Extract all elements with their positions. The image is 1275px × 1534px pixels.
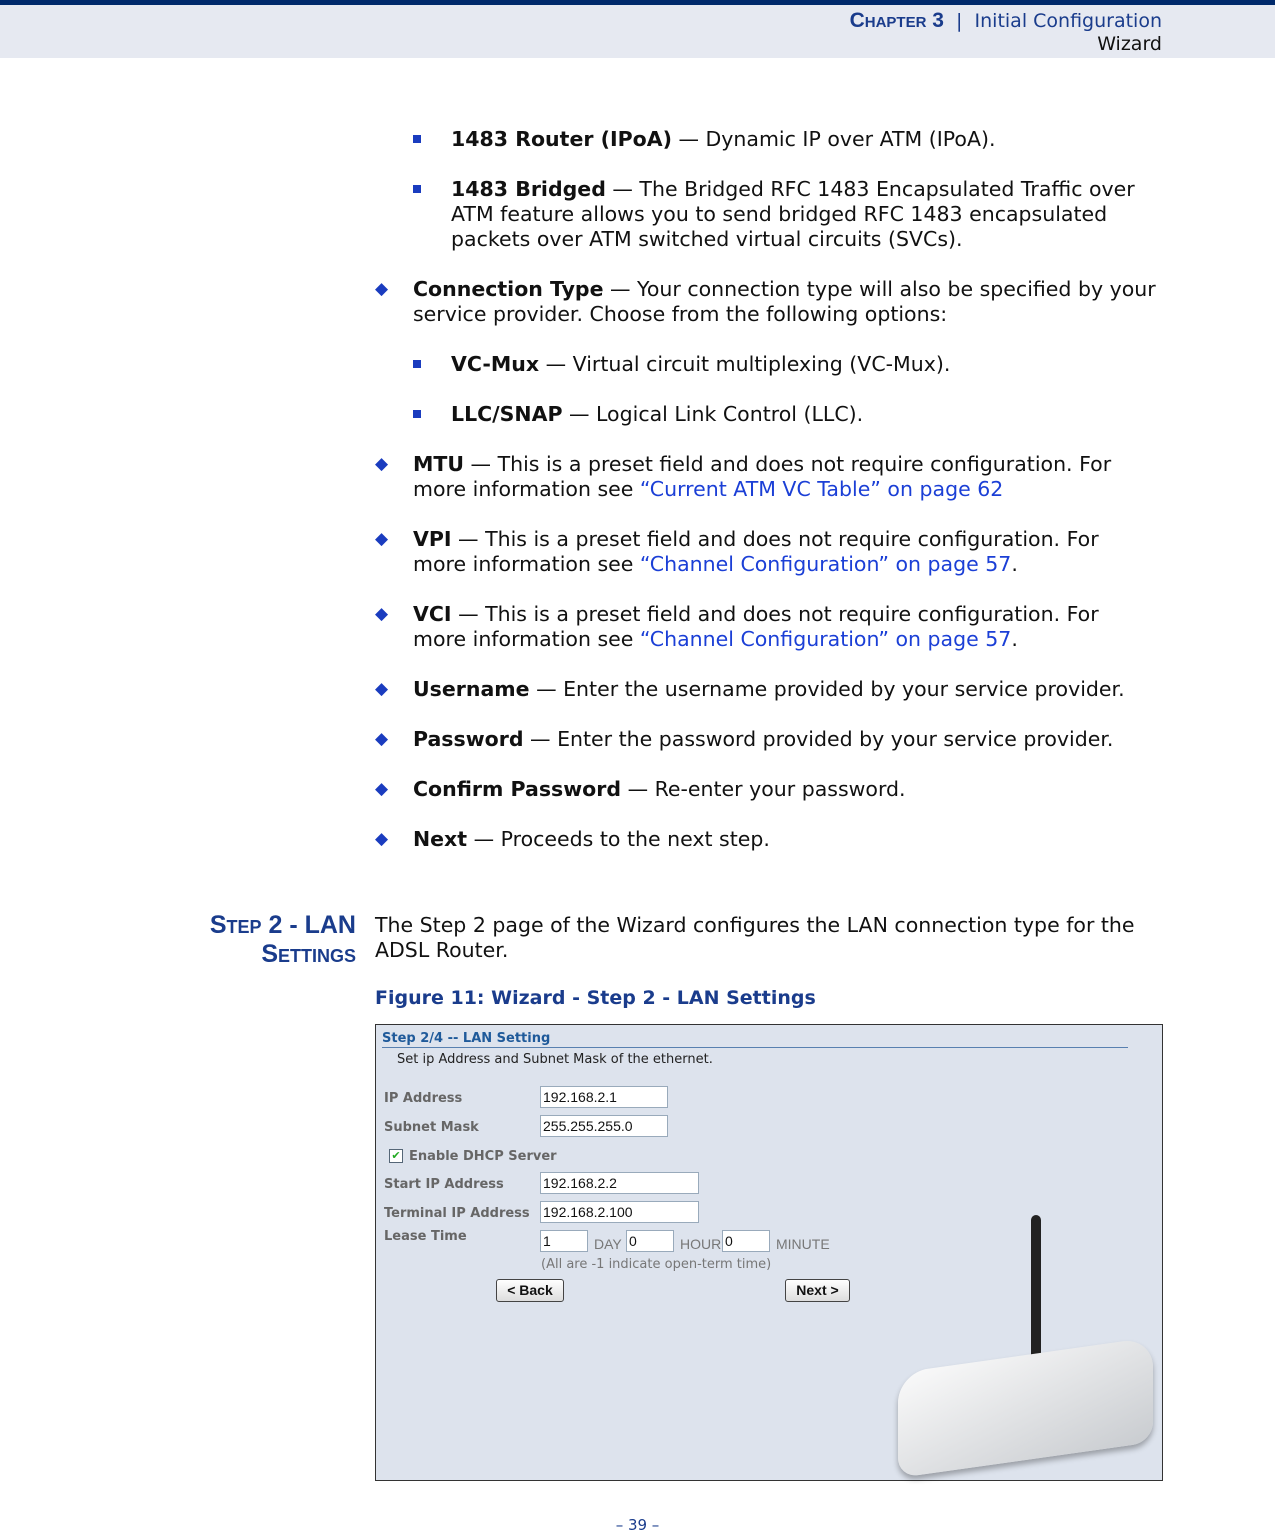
diamond-bullet-icon: ◆ bbox=[375, 454, 389, 474]
diamond-bullet-icon: ◆ bbox=[375, 779, 389, 799]
dhcp-checkbox[interactable]: ✔ bbox=[389, 1149, 403, 1163]
list-item: VCI — This is a preset field and does no… bbox=[413, 602, 1099, 651]
wizard-screenshot: Step 2/4 -- LAN Setting Set ip Address a… bbox=[375, 1024, 1163, 1481]
square-bullet-icon bbox=[413, 185, 421, 193]
header-title: Initial Configuration bbox=[974, 10, 1162, 32]
running-header: Chapter 3 | Initial Configuration Wizard bbox=[0, 0, 1275, 58]
back-button[interactable]: < Back bbox=[496, 1279, 564, 1302]
wizard-subtitle: Set ip Address and Subnet Mask of the et… bbox=[397, 1052, 713, 1067]
minute-unit: MINUTE bbox=[776, 1236, 830, 1252]
section-intro: The Step 2 page of the Wizard configures… bbox=[375, 913, 1135, 962]
list-item: Next — Proceeds to the next step. bbox=[413, 827, 770, 851]
list-item: 1483 Router (IPoA) — Dynamic IP over ATM… bbox=[451, 127, 996, 151]
subnet-mask-label: Subnet Mask bbox=[384, 1120, 479, 1135]
lease-day-input[interactable]: 1 bbox=[540, 1230, 588, 1252]
terminal-ip-input[interactable]: 192.168.2.100 bbox=[540, 1201, 699, 1223]
start-ip-input[interactable]: 192.168.2.2 bbox=[540, 1172, 699, 1194]
lease-minute-input[interactable]: 0 bbox=[722, 1230, 770, 1252]
diamond-bullet-icon: ◆ bbox=[375, 729, 389, 749]
chapter-label: Chapter 3 bbox=[849, 9, 944, 32]
start-ip-label: Start IP Address bbox=[384, 1177, 504, 1192]
link-channel-configuration[interactable]: “Channel Configuration” on page 57 bbox=[640, 552, 1011, 576]
diamond-bullet-icon: ◆ bbox=[375, 529, 389, 549]
list-item: Confirm Password — Re-enter your passwor… bbox=[413, 777, 906, 801]
link-current-atm-vc-table[interactable]: “Current ATM VC Table” on page 62 bbox=[640, 477, 1003, 501]
wizard-title: Step 2/4 -- LAN Setting bbox=[382, 1031, 1128, 1048]
list-item: VPI — This is a preset field and does no… bbox=[413, 527, 1099, 576]
diamond-bullet-icon: ◆ bbox=[375, 679, 389, 699]
square-bullet-icon bbox=[413, 410, 421, 418]
header-title-cont: Wizard bbox=[1097, 33, 1162, 55]
list-item: Connection Type — Your connection type w… bbox=[413, 277, 1156, 326]
lease-hour-input[interactable]: 0 bbox=[626, 1230, 674, 1252]
link-channel-configuration[interactable]: “Channel Configuration” on page 57 bbox=[640, 627, 1011, 651]
list-item: Password — Enter the password provided b… bbox=[413, 727, 1114, 751]
terminal-ip-label: Terminal IP Address bbox=[384, 1206, 530, 1221]
list-item: LLC/SNAP — Logical Link Control (LLC). bbox=[451, 402, 864, 426]
dhcp-label: Enable DHCP Server bbox=[409, 1149, 557, 1164]
next-button[interactable]: Next > bbox=[785, 1279, 850, 1302]
section-heading: Step 2 - LAN Settings bbox=[209, 911, 356, 968]
square-bullet-icon bbox=[413, 360, 421, 368]
ip-address-input[interactable]: 192.168.2.1 bbox=[540, 1086, 668, 1108]
square-bullet-icon bbox=[413, 135, 421, 143]
diamond-bullet-icon: ◆ bbox=[375, 829, 389, 849]
subnet-mask-input[interactable]: 255.255.255.0 bbox=[540, 1115, 668, 1137]
list-item: 1483 Bridged — The Bridged RFC 1483 Enca… bbox=[451, 177, 1135, 251]
page-number: – 39 – bbox=[615, 1516, 660, 1534]
ip-address-label: IP Address bbox=[384, 1091, 463, 1106]
diamond-bullet-icon: ◆ bbox=[375, 604, 389, 624]
figure-caption: Figure 11: Wizard - Step 2 - LAN Setting… bbox=[375, 987, 816, 1009]
list-item: VC-Mux — Virtual circuit multiplexing (V… bbox=[451, 352, 951, 376]
lease-note: (All are -1 indicate open-term time) bbox=[541, 1257, 772, 1272]
list-item: MTU — This is a preset field and does no… bbox=[413, 452, 1112, 501]
lease-time-label: Lease Time bbox=[384, 1229, 467, 1244]
header-separator: | bbox=[956, 10, 963, 32]
diamond-bullet-icon: ◆ bbox=[375, 279, 389, 299]
day-unit: DAY bbox=[594, 1236, 622, 1252]
list-item: Username — Enter the username provided b… bbox=[413, 677, 1125, 701]
hour-unit: HOUR bbox=[680, 1236, 722, 1252]
